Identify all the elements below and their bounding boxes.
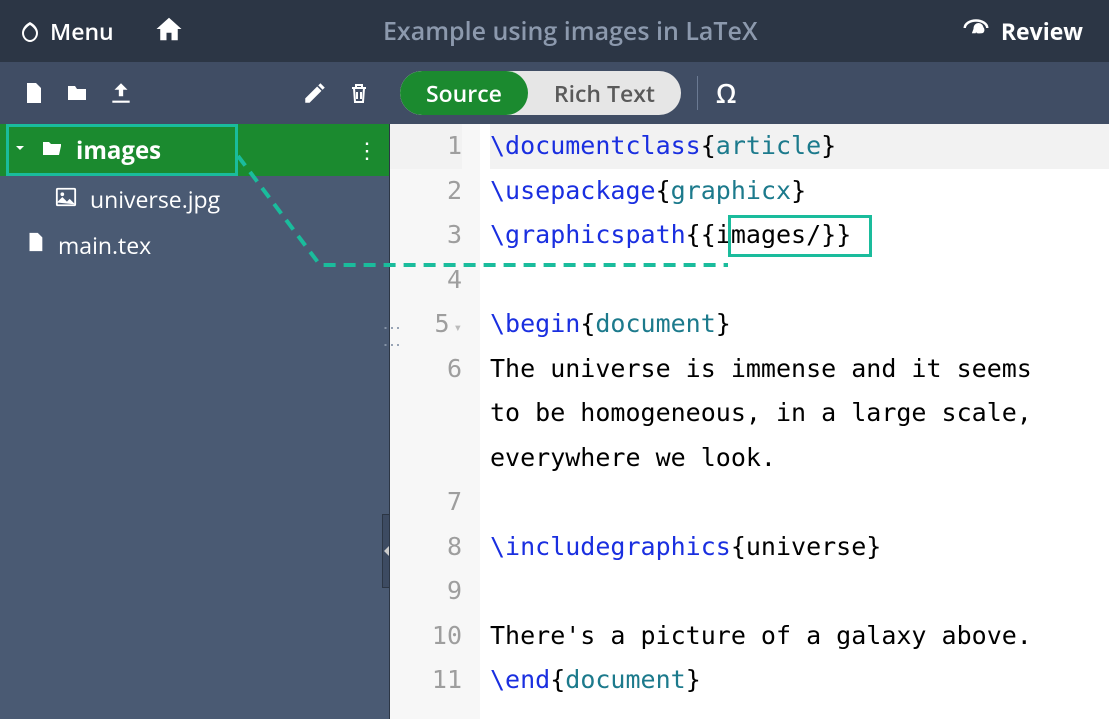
code-line[interactable]: \graphicspath{{images/}} [490, 213, 1109, 258]
image-file-icon [54, 183, 78, 215]
toolbar: Source Rich Text Ω [0, 62, 1109, 124]
code-line[interactable] [490, 258, 1109, 303]
file-label: main.tex [58, 229, 151, 261]
menu-button[interactable]: Menu [0, 0, 132, 62]
code-line[interactable]: \includegraphics{universe} [490, 525, 1109, 570]
line-number: 2 [390, 169, 462, 214]
code-line[interactable]: \begin{document} [490, 302, 1109, 347]
line-number: 7 [390, 480, 462, 525]
richtext-tab[interactable]: Rich Text [528, 71, 681, 115]
line-number: 11 [390, 658, 462, 703]
line-number: 5 [390, 302, 462, 347]
folder-menu-button[interactable]: ⋮ [356, 135, 377, 165]
line-number-gutter: 123456 7891011 [390, 124, 480, 719]
code-editor[interactable]: ⋮⋮ 1234567891011 \documentclass{article}… [390, 124, 1109, 719]
code-line[interactable] [490, 480, 1109, 525]
code-line[interactable]: everywhere we look. [490, 436, 1109, 481]
overleaf-logo-icon [18, 19, 42, 43]
top-bar: Menu Example using images in LaTeX Ab Re… [0, 0, 1109, 62]
line-number: 10 [390, 614, 462, 659]
code-line[interactable] [490, 569, 1109, 614]
editor-toolbar: Source Rich Text Ω [390, 71, 736, 115]
code-line[interactable]: \end{document} [490, 658, 1109, 703]
code-line[interactable]: to be homogeneous, in a large scale, [490, 391, 1109, 436]
folder-images[interactable]: images ⋮ [0, 124, 389, 176]
special-char-button[interactable]: Ω [697, 76, 736, 110]
code-line[interactable]: \usepackage{graphicx} [490, 169, 1109, 214]
svg-text:Ab: Ab [973, 24, 983, 33]
project-title[interactable]: Example using images in LaTeX [206, 14, 935, 48]
review-icon: Ab [961, 13, 991, 50]
source-tab[interactable]: Source [400, 71, 528, 115]
file-label: universe.jpg [90, 183, 220, 215]
review-button[interactable]: Ab Review [935, 0, 1109, 62]
file-toolbar [0, 78, 390, 108]
line-number: 1 [390, 124, 462, 169]
main-area: images ⋮ universe.jpg main.tex ⋮⋮ 123456… [0, 124, 1109, 719]
home-button[interactable] [132, 0, 206, 62]
menu-label: Menu [50, 15, 114, 47]
new-folder-icon[interactable] [62, 78, 92, 108]
line-number [390, 436, 462, 481]
file-universe-jpg[interactable]: universe.jpg [0, 176, 389, 222]
line-number: 8 [390, 525, 462, 570]
code-line[interactable]: There's a picture of a galaxy above. [490, 614, 1109, 659]
line-number: 4 [390, 258, 462, 303]
file-tree: images ⋮ universe.jpg main.tex [0, 124, 390, 719]
folder-open-icon [38, 136, 66, 165]
review-label: Review [1001, 15, 1083, 47]
code-line[interactable]: The universe is immense and it seems [490, 347, 1109, 392]
new-file-icon[interactable] [18, 78, 48, 108]
code-content[interactable]: \documentclass{article}\usepackage{graph… [480, 124, 1109, 719]
line-number [390, 391, 462, 436]
file-icon [24, 229, 46, 262]
editor-mode-switch: Source Rich Text [400, 71, 681, 115]
line-number: 9 [390, 569, 462, 614]
line-number: 3 [390, 213, 462, 258]
folder-label: images [76, 134, 161, 167]
line-number: 6 [390, 347, 462, 392]
rename-icon[interactable] [300, 78, 330, 108]
collapse-sidebar-button[interactable] [382, 514, 390, 588]
upload-icon[interactable] [106, 78, 136, 108]
delete-icon[interactable] [344, 78, 374, 108]
code-line[interactable]: \documentclass{article} [490, 124, 1109, 169]
chevron-down-icon [12, 139, 28, 161]
home-icon [154, 14, 184, 49]
file-main-tex[interactable]: main.tex [0, 222, 389, 268]
